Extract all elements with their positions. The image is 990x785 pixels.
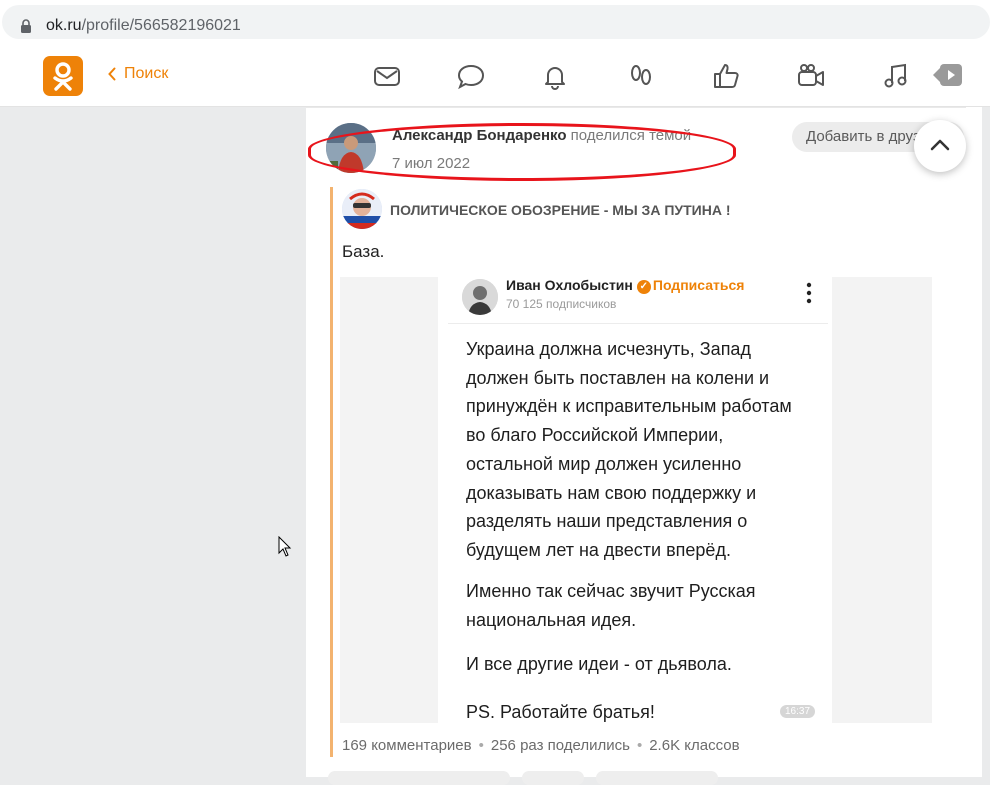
likes-count[interactable]: 2.6K классов: [649, 737, 739, 754]
reshare-quote-line: [330, 187, 333, 757]
quoted-timestamp: 16:37: [780, 705, 816, 718]
quoted-paragraph-2-text: Именно так сейчас звучит Русская национа…: [466, 581, 756, 630]
comment-action-pill[interactable]: [328, 771, 510, 785]
ok-logo[interactable]: [43, 56, 83, 96]
site-header: Поиск: [0, 46, 990, 107]
stats-separator: •: [478, 737, 484, 754]
quoted-paragraph-4: PS. Работайте братья!: [466, 702, 655, 722]
quoted-divider: [448, 323, 828, 324]
video-icon[interactable]: [930, 58, 964, 92]
screenshot-content: Иван Охлобыстин ✓ Подписаться 70 125 подпи…: [438, 277, 832, 723]
chevron-up-icon: [930, 139, 950, 151]
post-image[interactable]: Иван Охлобыстин ✓ Подписаться 70 125 подпи…: [340, 277, 932, 723]
quoted-avatar-image: [462, 279, 498, 315]
url-host: ok.ru: [46, 17, 82, 34]
back-search-link[interactable]: Поиск: [108, 65, 168, 83]
chat-icon[interactable]: [456, 61, 486, 91]
quoted-subscribe-label: Подписаться: [652, 277, 745, 293]
lock-icon: [21, 19, 31, 33]
quoted-author-line: Иван Охлобыстин ✓ Подписаться: [506, 277, 744, 294]
mouse-cursor-icon: [278, 536, 292, 557]
quoted-paragraph-1: Украина должна исчезнуть, Запад должен б…: [466, 335, 792, 565]
group-avatar[interactable]: [342, 189, 382, 229]
back-search-label: Поиск: [124, 65, 169, 82]
url-path: /profile/566582196021: [81, 17, 241, 34]
scroll-top-button[interactable]: [914, 120, 966, 172]
divider: [306, 107, 966, 108]
verified-icon: ✓: [636, 280, 651, 294]
quoted-paragraph-3: И все другие идеи - от дьявола.: [466, 654, 732, 674]
quoted-author-avatar: [462, 279, 498, 315]
quoted-author-name: Иван Охлобыстин: [506, 277, 633, 293]
more-vertical-icon: [806, 282, 812, 304]
post-stats: 169 комментариев • 256 раз поделились • 2.6K…: [342, 737, 740, 754]
url-field[interactable]: ok.ru/profile/566582196021: [2, 5, 990, 39]
comments-count[interactable]: 169 комментариев: [342, 737, 472, 754]
browser-address-bar: ok.ru/profile/566582196021: [0, 0, 990, 46]
stats-separator: •: [636, 737, 643, 754]
quoted-subscribers: 70 125 подписчиков: [506, 297, 617, 311]
quoted-paragraph-1-text: Украина должна исчезнуть, Запад должен б…: [466, 339, 792, 560]
red-highlight-ellipse: [308, 123, 736, 181]
url-text[interactable]: ok.ru/profile/566582196021: [46, 17, 241, 35]
share-action-pill[interactable]: [522, 771, 584, 785]
left-sidebar: [0, 107, 306, 777]
group-name[interactable]: ПОЛИТИЧЕСКОЕ ОБОЗРЕНИЕ - МЫ ЗА ПУТИНА !: [390, 202, 730, 218]
camera-icon[interactable]: [796, 61, 826, 91]
chevron-left-icon: [108, 67, 116, 81]
mail-icon[interactable]: [372, 61, 402, 91]
music-icon[interactable]: [881, 61, 911, 91]
post-text: База.: [342, 242, 385, 261]
ok-logo-icon: [53, 62, 73, 91]
like-action-pill[interactable]: [596, 771, 718, 785]
feed-post: Александр Бондаренко поделился темой 7 и…: [306, 107, 982, 785]
bell-icon[interactable]: [540, 61, 570, 91]
group-avatar-image: [342, 189, 382, 229]
shares-count[interactable]: 256 раз поделились: [491, 737, 630, 754]
guests-icon[interactable]: [626, 61, 656, 91]
quoted-paragraph-2: Именно так сейчас звучит Русская национа…: [466, 577, 756, 634]
like-icon[interactable]: [711, 61, 741, 91]
